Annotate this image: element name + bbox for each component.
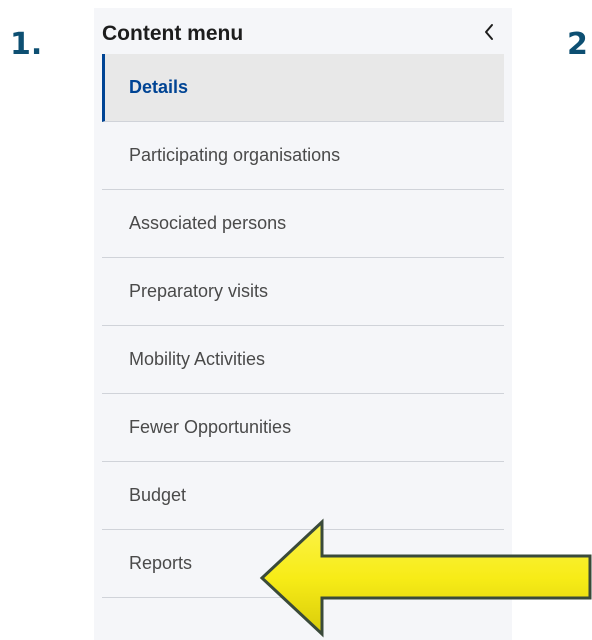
menu-item-participating-organisations[interactable]: Participating organisations [102,122,504,190]
menu-item-fewer-opportunities[interactable]: Fewer Opportunities [102,394,504,462]
menu-item-details[interactable]: Details [102,54,504,122]
content-menu-header: Content menu [102,22,504,48]
content-menu-list: Details Participating organisations Asso… [102,54,504,598]
chevron-left-icon [485,24,493,40]
menu-item-label: Fewer Opportunities [129,417,292,437]
menu-item-label: Budget [129,485,187,505]
menu-item-label: Preparatory visits [129,281,269,301]
step-number-2: 2 [567,27,588,62]
collapse-menu-button[interactable] [478,20,500,44]
arrow-shape [259,518,592,638]
menu-item-label: Participating organisations [129,145,341,165]
menu-item-associated-persons[interactable]: Associated persons [102,190,504,258]
menu-item-label: Details [129,77,189,97]
step-number-1: 1. [10,27,43,62]
arrow-left-icon [259,518,592,638]
menu-item-label: Associated persons [129,213,287,233]
content-menu-title: Content menu [102,22,244,45]
menu-item-label: Reports [129,553,193,573]
menu-item-mobility-activities[interactable]: Mobility Activities [102,326,504,394]
menu-item-label: Mobility Activities [129,349,266,369]
menu-item-preparatory-visits[interactable]: Preparatory visits [102,258,504,326]
screenshot-stage: 1. 2 Content menu Details Participating … [0,0,592,640]
